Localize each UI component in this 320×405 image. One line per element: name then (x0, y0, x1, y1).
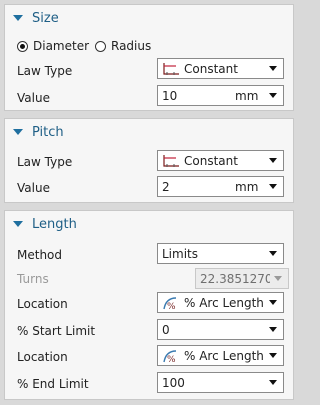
radius-radio-label: Radius (111, 39, 152, 53)
chevron-down-icon[interactable] (269, 251, 277, 256)
length-section-title: Length (32, 216, 77, 232)
chevron-down-icon[interactable] (269, 66, 277, 71)
arc-length-icon: % (163, 296, 177, 310)
size-law-type-label: Law Type (17, 64, 73, 78)
turns-label: Turns (17, 272, 49, 286)
location2-label: Location (17, 350, 68, 364)
location1-label: Location (17, 297, 68, 311)
chevron-down-icon[interactable] (269, 353, 277, 358)
location1-value: % Arc Length (184, 295, 264, 310)
size-unit-label: mm (235, 88, 259, 103)
pitch-unit-label: mm (235, 179, 259, 194)
constant-law-icon (163, 154, 179, 167)
method-select[interactable]: Limits (157, 243, 284, 264)
location1-select[interactable]: % % Arc Length (157, 292, 284, 313)
length-panel: Length Method Limits Turns 22.3851270 Lo… (4, 210, 294, 400)
start-limit-input[interactable]: 0 (157, 319, 284, 340)
diameter-radio-label: Diameter (33, 39, 90, 53)
pitch-law-type-label: Law Type (17, 155, 73, 169)
chevron-down-icon[interactable] (269, 327, 277, 332)
chevron-down-icon[interactable] (269, 184, 277, 189)
pitch-law-type-value: Constant (184, 153, 238, 168)
size-value-input[interactable]: 10 mm (157, 85, 284, 106)
chevron-down-icon[interactable] (269, 158, 277, 163)
start-limit-label: % Start Limit (17, 324, 96, 338)
collapse-triangle-icon[interactable] (13, 15, 23, 21)
length-section-header[interactable]: Length (5, 213, 77, 235)
pitch-section-header[interactable]: Pitch (5, 121, 64, 143)
pitch-value-text[interactable]: 2 (158, 180, 235, 194)
radius-radio[interactable]: Radius (95, 39, 151, 53)
end-limit-label: % End Limit (17, 377, 89, 391)
pitch-value-label: Value (17, 181, 50, 195)
pitch-value-input[interactable]: 2 mm (157, 176, 284, 197)
chevron-down-icon[interactable] (269, 93, 277, 98)
end-limit-value[interactable]: 100 (158, 376, 265, 390)
turns-value: 22.3851270 (200, 271, 270, 286)
arc-length-icon: % (163, 349, 177, 363)
chevron-down-icon[interactable] (269, 300, 277, 305)
method-label: Method (17, 248, 63, 262)
end-limit-input[interactable]: 100 (157, 372, 284, 393)
radio-selected-icon (17, 40, 28, 52)
size-section-header[interactable]: Size (5, 7, 59, 29)
turns-input: 22.3851270 (195, 268, 289, 289)
chevron-down-icon[interactable] (269, 380, 277, 385)
size-value-label: Value (17, 91, 50, 105)
svg-text:%: % (167, 302, 176, 310)
location2-select[interactable]: % % Arc Length (157, 345, 284, 366)
pitch-law-type-select[interactable]: Constant (157, 150, 284, 171)
collapse-triangle-icon[interactable] (13, 221, 23, 227)
svg-text:%: % (167, 355, 176, 363)
radio-unselected-icon (95, 40, 106, 52)
start-limit-value[interactable]: 0 (158, 323, 265, 337)
chevron-down-icon (274, 276, 282, 281)
size-panel: Size Diameter Radius Law Type Constant V… (4, 4, 294, 111)
method-value: Limits (162, 246, 198, 261)
size-law-type-select[interactable]: Constant (157, 58, 284, 79)
location2-value: % Arc Length (184, 348, 264, 363)
size-law-type-value: Constant (184, 61, 238, 76)
diameter-radio[interactable]: Diameter (17, 39, 89, 53)
size-section-title: Size (32, 10, 59, 26)
pitch-section-title: Pitch (32, 124, 64, 140)
collapse-triangle-icon[interactable] (13, 129, 23, 135)
constant-law-icon (163, 62, 179, 75)
size-value-text[interactable]: 10 (158, 89, 235, 103)
pitch-panel: Pitch Law Type Constant Value 2 mm (4, 118, 294, 203)
